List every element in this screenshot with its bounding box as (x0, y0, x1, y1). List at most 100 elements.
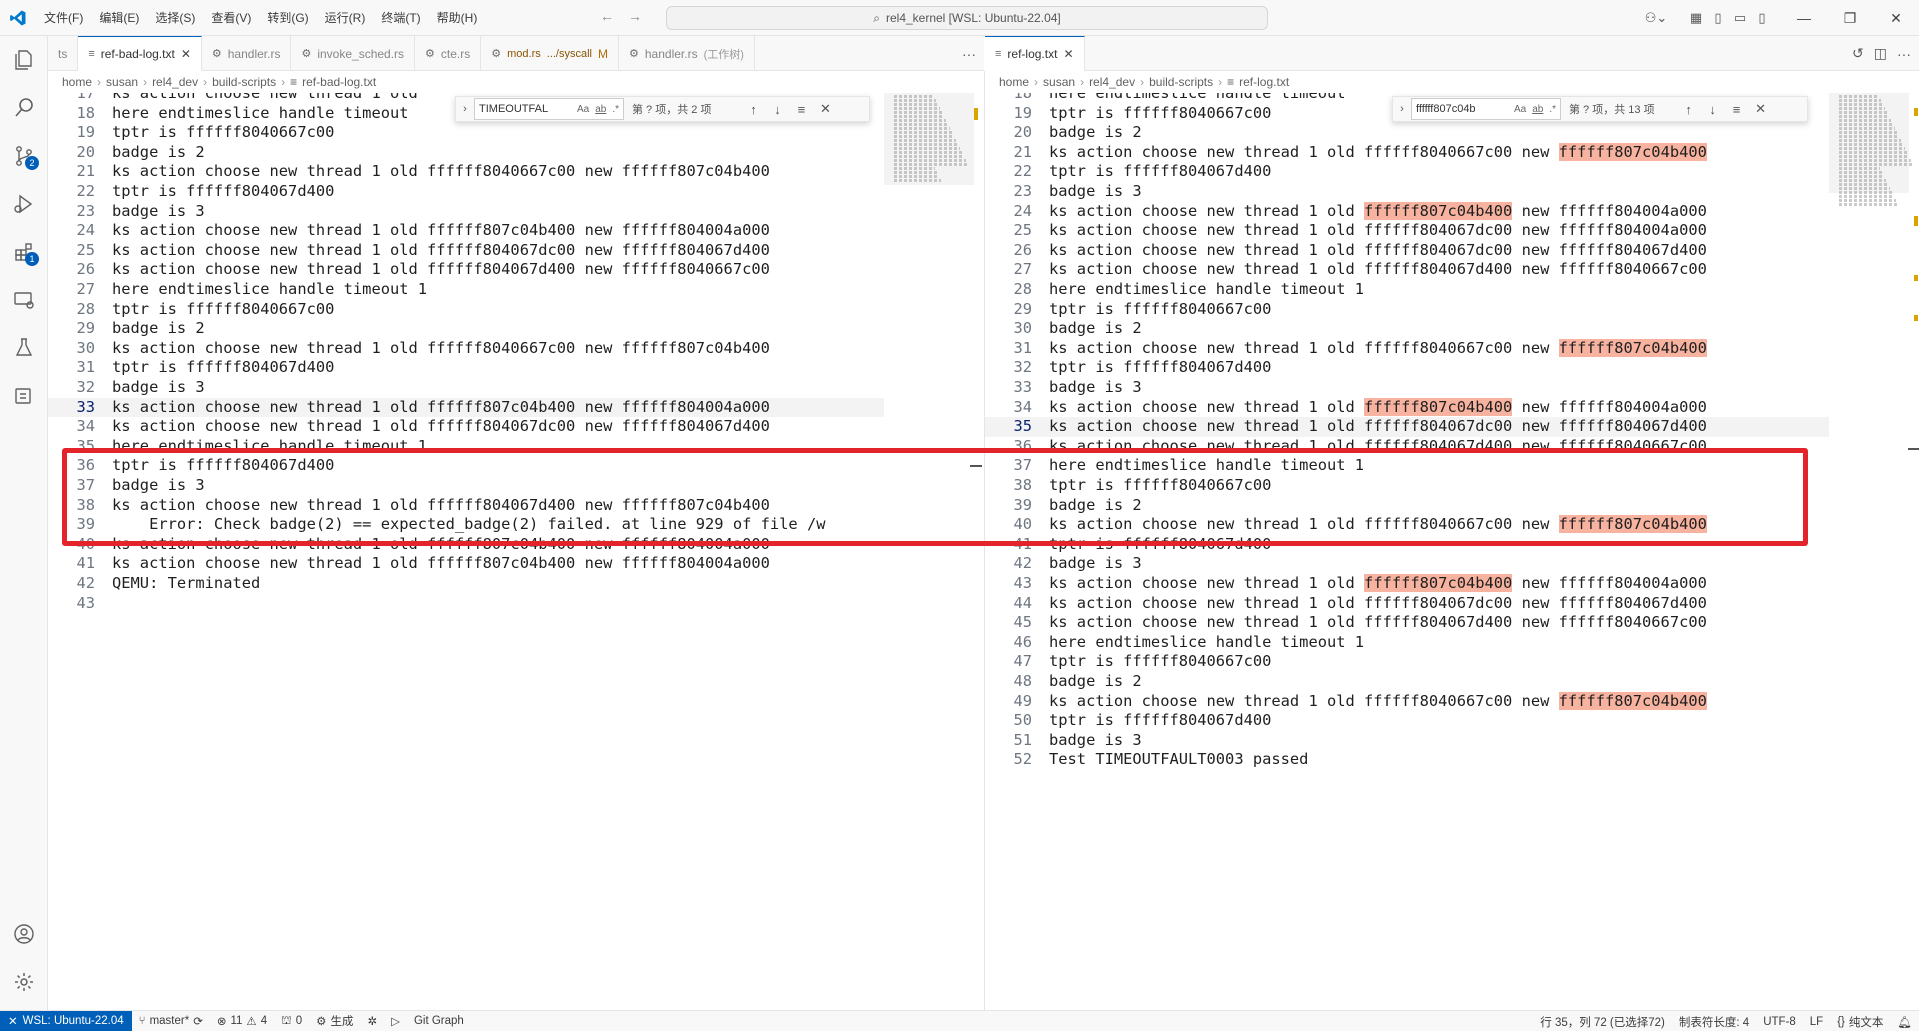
use-regex-icon[interactable]: .* (1549, 104, 1556, 115)
code-line[interactable]: 18 here endtimeslice handle timeout (48, 104, 408, 124)
more-actions-icon[interactable]: ··· (962, 46, 976, 62)
remote-indicator[interactable]: ✕ WSL: Ubuntu-22.04 (0, 1010, 132, 1031)
code-line[interactable]: 37 here endtimeslice handle timeout 1 (985, 456, 1364, 476)
close-find-icon[interactable]: ✕ (1749, 101, 1773, 117)
accounts-icon[interactable] (0, 910, 48, 958)
code-line[interactable]: 21 ks action choose new thread 1 old ffff… (985, 142, 1707, 163)
code-line[interactable]: 28 tptr is ffffff8040667c00 (48, 300, 334, 320)
previous-match-icon[interactable]: ↑ (741, 102, 765, 117)
code-line[interactable]: 29 badge is 2 (48, 319, 204, 339)
code-line[interactable]: 22 tptr is ffffff804067d400 (985, 162, 1271, 182)
code-line[interactable]: 41 ks action choose new thread 1 old ffff… (48, 554, 769, 574)
code-line[interactable]: 30 badge is 2 (985, 319, 1141, 339)
explorer-icon[interactable] (0, 36, 48, 84)
left-minimap[interactable] (884, 93, 974, 1010)
find-in-selection-icon[interactable]: ≡ (789, 102, 813, 117)
code-line[interactable]: 25 ks action choose new thread 1 old ffff… (48, 241, 769, 261)
breadcrumb-item[interactable]: rel4_dev (1089, 75, 1135, 89)
editor-tab[interactable]: ⚙ mod.rs .../syscall M (481, 36, 619, 71)
search-icon[interactable] (0, 84, 48, 132)
code-line[interactable]: 24 ks action choose new thread 1 old ffff… (985, 201, 1707, 222)
restore-button[interactable]: ❐ (1827, 0, 1873, 36)
code-line[interactable]: 32 badge is 3 (48, 378, 204, 398)
code-line[interactable]: 52 Test TIMEOUTFAULT0003 passed (985, 750, 1308, 770)
code-line[interactable]: 42 badge is 3 (985, 554, 1141, 574)
code-line[interactable]: 24 ks action choose new thread 1 old ffff… (48, 221, 769, 241)
editor-tab[interactable]: ⚙ handler.rs (工作树) (619, 36, 755, 71)
code-line[interactable]: 40 ks action choose new thread 1 old ffff… (985, 515, 1707, 535)
match-word-icon[interactable]: ab (595, 104, 606, 115)
code-line[interactable]: 50 tptr is ffffff804067d400 (985, 711, 1271, 731)
toggle-primary-sidebar-icon[interactable]: ▯ (1707, 7, 1729, 29)
code-line[interactable]: 26 ks action choose new thread 1 old ffff… (985, 241, 1706, 261)
run-item[interactable]: ▷ (384, 1014, 407, 1028)
code-line[interactable]: 31 tptr is ffffff804067d400 (48, 358, 334, 378)
code-line[interactable]: 41 tptr is ffffff804067d400 (985, 535, 1271, 555)
menu-item[interactable]: 帮助(H) (429, 0, 486, 36)
code-line[interactable]: 23 badge is 3 (985, 182, 1141, 202)
breadcrumb-item[interactable]: ref-bad-log.txt (302, 75, 376, 89)
code-line[interactable]: 33 ks action choose new thread 1 old ffff… (48, 397, 884, 418)
editor-tab[interactable]: ts (48, 36, 79, 71)
code-line[interactable]: 34 ks action choose new thread 1 old ffff… (985, 397, 1707, 418)
code-line[interactable]: 44 ks action choose new thread 1 old ffff… (985, 594, 1706, 614)
code-line[interactable]: 27 here endtimeslice handle timeout 1 (48, 280, 427, 300)
menu-item[interactable]: 运行(R) (317, 0, 374, 36)
previous-match-icon[interactable]: ↑ (1677, 102, 1701, 117)
toggle-panel-icon[interactable]: ▭ (1729, 7, 1751, 29)
tab-close-icon[interactable]: ✕ (1063, 47, 1073, 61)
containers-icon[interactable] (0, 372, 48, 420)
code-line[interactable]: 45 ks action choose new thread 1 old ffff… (985, 613, 1706, 633)
code-line[interactable]: 34 ks action choose new thread 1 old ffff… (48, 417, 769, 437)
run-debug-icon[interactable] (0, 180, 48, 228)
code-line[interactable]: 31 ks action choose new thread 1 old ffff… (985, 338, 1707, 359)
code-line[interactable]: 43 (48, 594, 112, 614)
menu-item[interactable]: 文件(F) (36, 0, 91, 36)
code-line[interactable]: 21 ks action choose new thread 1 old ffff… (48, 162, 769, 182)
code-line[interactable]: 29 tptr is ffffff8040667c00 (985, 300, 1271, 320)
next-match-icon[interactable]: ↓ (765, 102, 789, 117)
testing-icon[interactable] (0, 324, 48, 372)
code-line[interactable]: 26 ks action choose new thread 1 old ffff… (48, 260, 769, 280)
left-find-input[interactable]: TIMEOUTFAL Aa ab .* (474, 98, 624, 120)
code-line[interactable]: 17 ks action choose new thread 1 old (48, 93, 417, 104)
editor-tab[interactable]: ⚙ cte.rs (415, 36, 482, 71)
code-line[interactable]: 38 tptr is ffffff8040667c00 (985, 476, 1271, 496)
breadcrumb-item[interactable]: build-scripts (212, 75, 276, 89)
code-line[interactable]: 22 tptr is ffffff804067d400 (48, 182, 334, 202)
extensions-icon[interactable]: 1 (0, 228, 48, 276)
code-line[interactable]: 20 badge is 2 (985, 123, 1141, 143)
timeline-icon[interactable]: ↺ (1852, 45, 1864, 62)
debug-item[interactable]: ✲ (360, 1014, 384, 1028)
editor-tab[interactable]: ⚙ handler.rs (202, 36, 292, 71)
copilot-icon[interactable]: ⚇⌄ (1645, 7, 1668, 29)
menu-item[interactable]: 转到(G) (259, 0, 316, 36)
editor-tab[interactable]: ≡ ref-log.txt ✕ (985, 36, 1085, 71)
tab-close-icon[interactable]: ✕ (181, 47, 191, 61)
settings-gear-icon[interactable] (0, 958, 48, 1006)
forward-arrow-icon[interactable]: → (628, 8, 642, 24)
code-line[interactable]: 35 here endtimeslice handle timeout 1 (48, 437, 427, 457)
code-line[interactable]: 46 here endtimeslice handle timeout 1 (985, 633, 1364, 653)
close-find-icon[interactable]: ✕ (813, 101, 837, 117)
more-actions-icon[interactable]: ··· (1897, 46, 1911, 62)
breadcrumb-item[interactable]: home (999, 75, 1029, 89)
code-line[interactable]: 33 badge is 3 (985, 378, 1141, 398)
source-control-icon[interactable]: 2 (0, 132, 48, 180)
code-line[interactable]: 20 badge is 2 (48, 143, 204, 163)
notifications-icon[interactable]: 🔔︎ (1890, 1015, 1919, 1029)
breadcrumb-item[interactable]: ref-log.txt (1239, 75, 1289, 89)
command-center[interactable]: ⌕ rel4_kernel [WSL: Ubuntu-22.04] (666, 6, 1268, 30)
use-regex-icon[interactable]: .* (612, 104, 619, 115)
menu-item[interactable]: 选择(S) (147, 0, 203, 36)
code-line[interactable]: 30 ks action choose new thread 1 old ffff… (48, 339, 769, 359)
code-line[interactable]: 28 here endtimeslice handle timeout 1 (985, 280, 1364, 300)
breadcrumb-item[interactable]: build-scripts (1149, 75, 1213, 89)
editor-tab[interactable]: ⚙ invoke_sched.rs (291, 36, 416, 71)
build-item[interactable]: ⚙ 生成 (309, 1013, 360, 1029)
code-line[interactable]: 18 here endtimeslice handle timeout (985, 93, 1345, 104)
minimize-button[interactable]: — (1781, 0, 1827, 36)
cursor-position[interactable]: 行 35，列 72 (已选择72) (1533, 1014, 1672, 1030)
next-match-icon[interactable]: ↓ (1701, 102, 1725, 117)
menu-item[interactable]: 查看(V) (203, 0, 259, 36)
